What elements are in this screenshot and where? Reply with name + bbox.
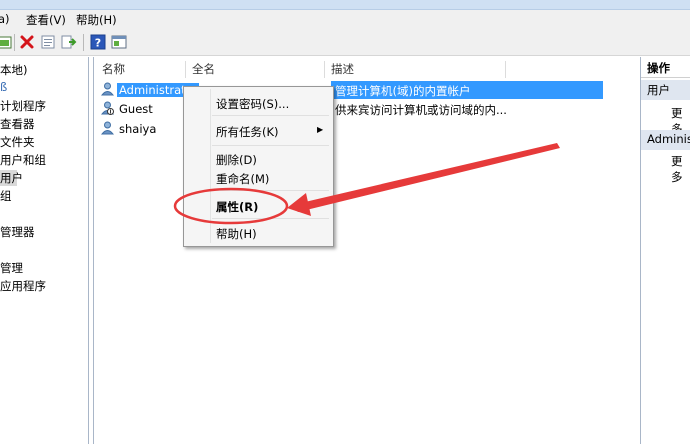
highlight-circle: [173, 187, 289, 225]
annotation-arrow-shaft: [292, 143, 560, 212]
annotation-arrow-head: [287, 193, 311, 216]
annotation-overlay: [173, 143, 560, 225]
